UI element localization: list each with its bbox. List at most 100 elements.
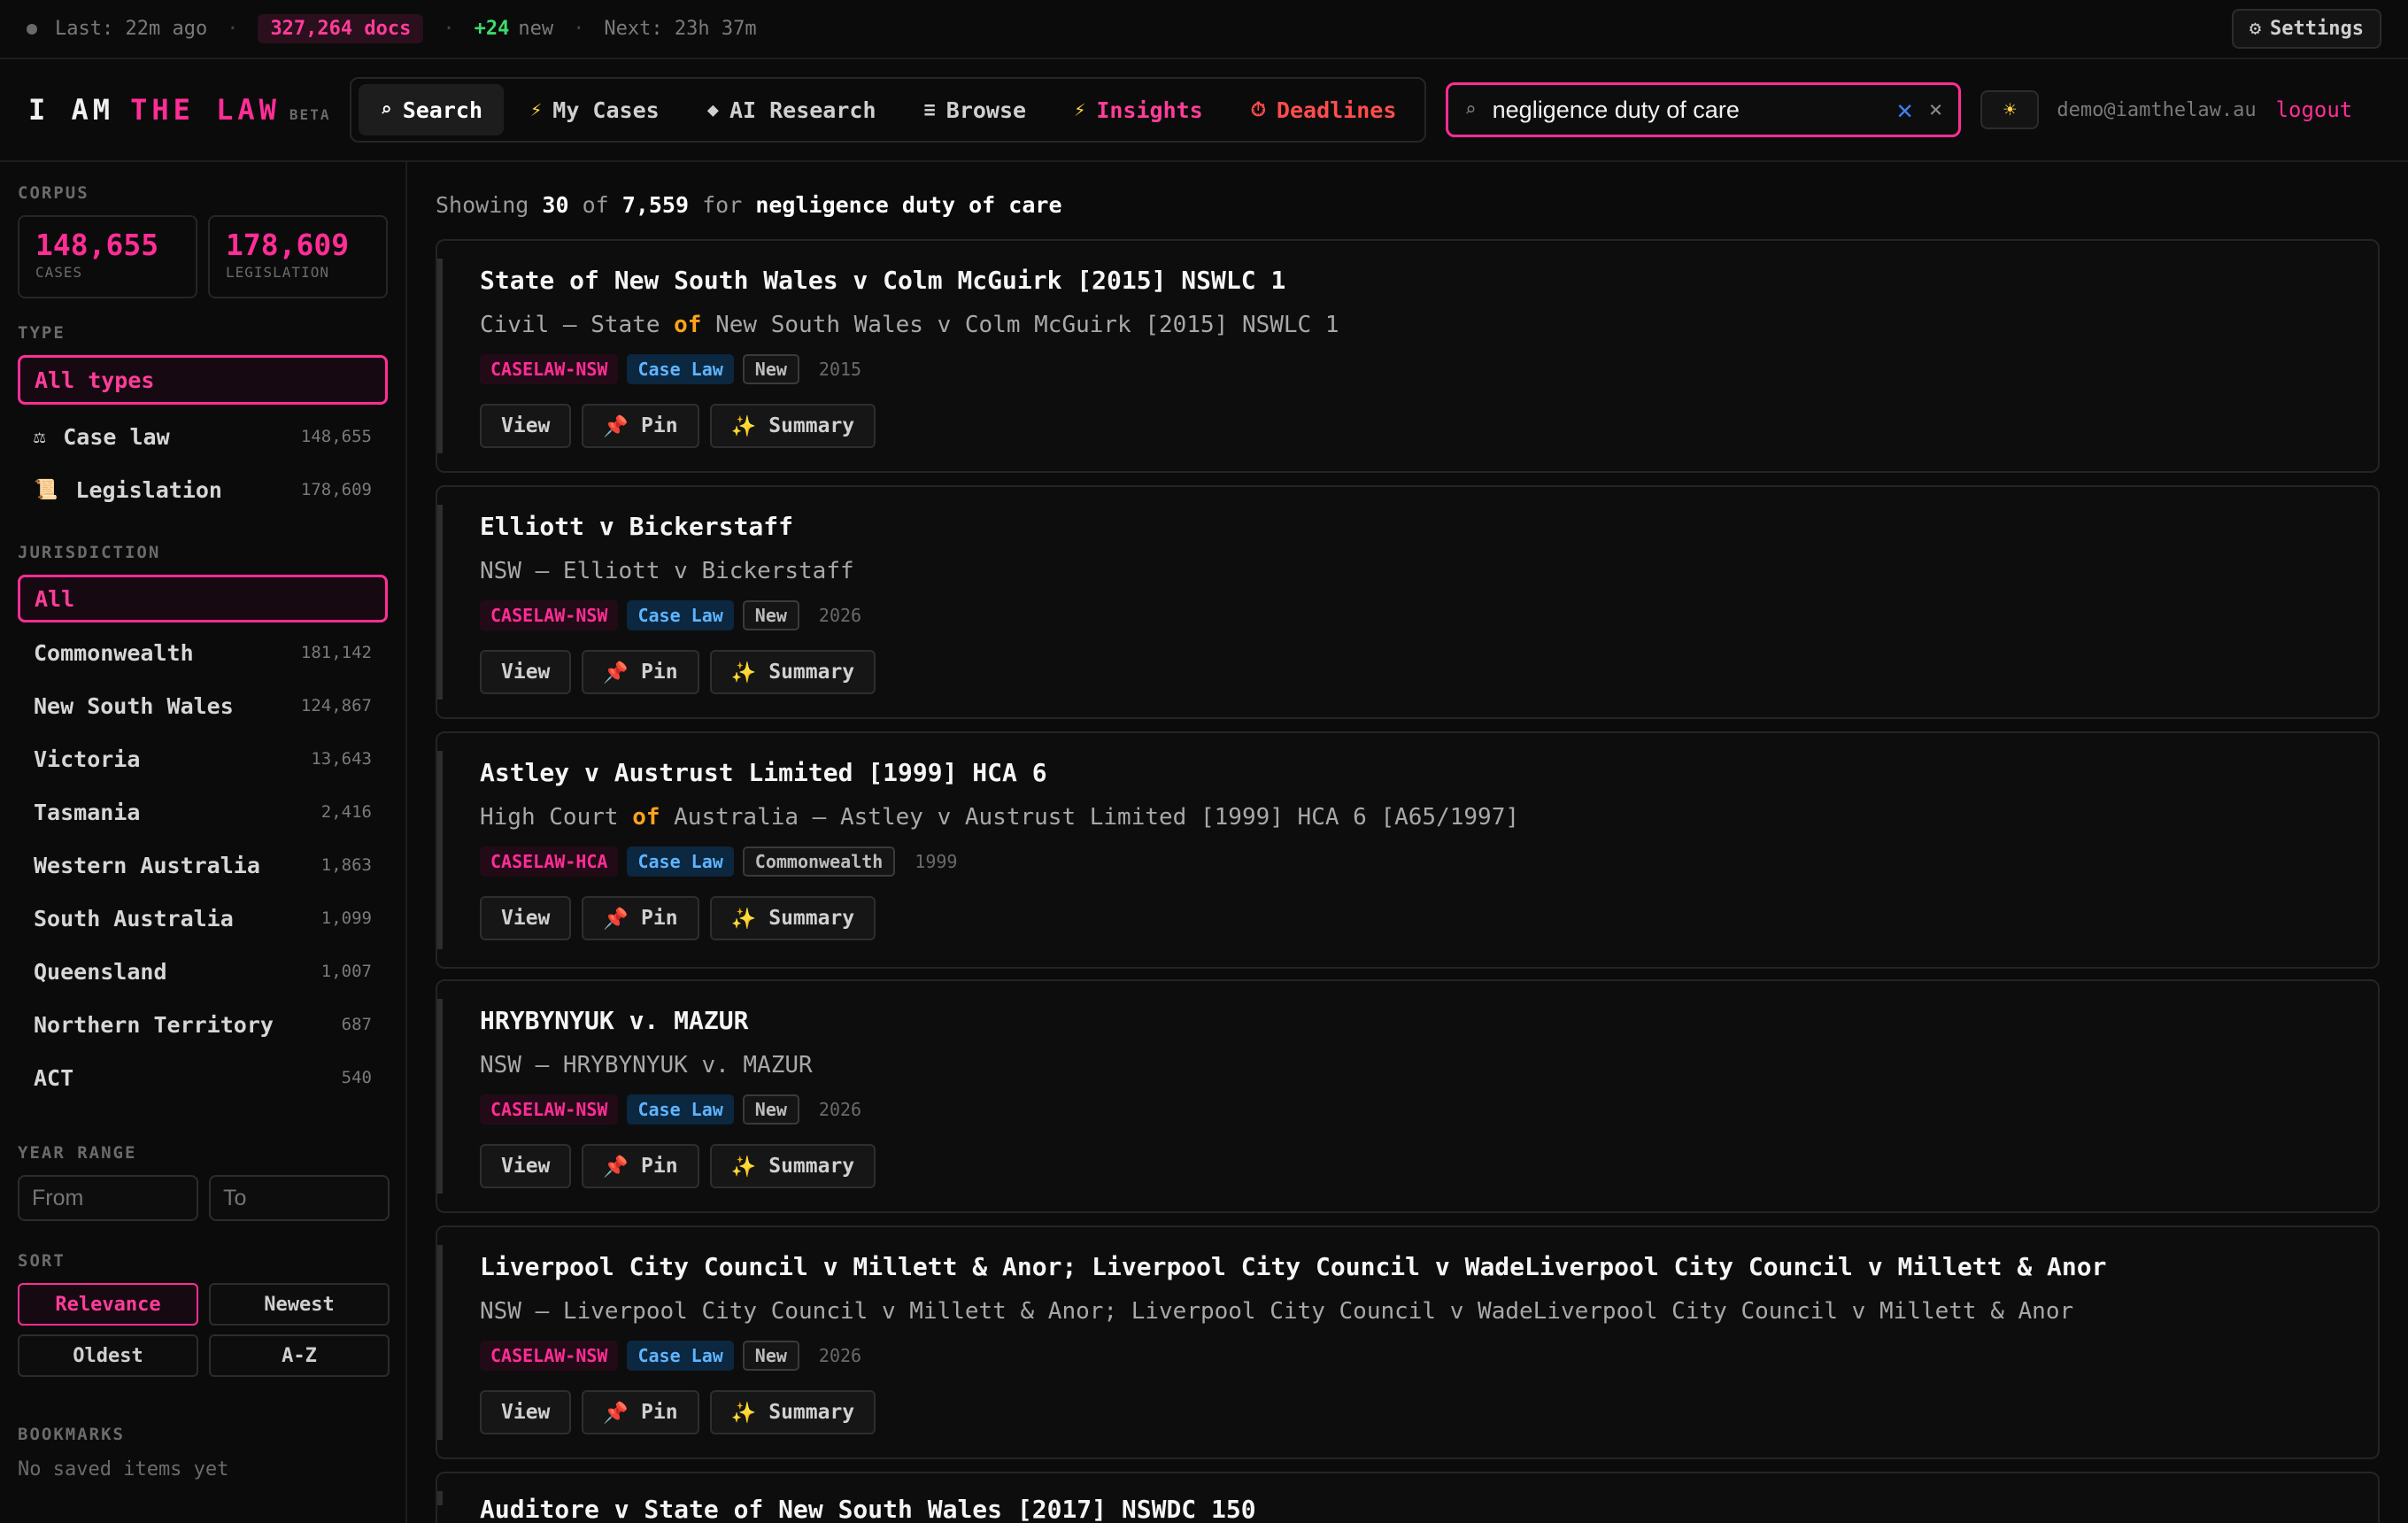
summary-query: negligence duty of care [755,192,1062,218]
jurisdiction-victoria[interactable]: Victoria 13,643 [18,732,388,785]
result-card[interactable]: Auditore v State of New South Wales [201… [436,1472,2380,1523]
scroll-icon: 📜 [34,478,58,501]
pin-button[interactable]: 📌 Pin [582,896,699,940]
filter-count: 1,007 [320,962,372,981]
clear-search-icon[interactable]: ✕ [1897,95,1913,126]
summary-button[interactable]: ✨ Summary [709,1144,876,1188]
pin-button[interactable]: 📌 Pin [582,650,699,694]
sort-az-button[interactable]: A-Z [209,1334,390,1377]
status-badge: New [742,1341,799,1371]
logo[interactable]: I AM THE LAW BETA [28,93,330,127]
button-label: Pin [641,414,678,437]
year-to-input[interactable] [209,1175,390,1221]
new-label: new [518,18,554,40]
nav-browse[interactable]: ≡ Browse [903,84,1048,135]
result-tags: CASELAW-NSW Case Law New 2015 [480,354,861,384]
button-label: Summary [768,661,855,684]
sort-relevance-button[interactable]: Relevance [18,1283,198,1326]
nav-search[interactable]: ⌕ Search [359,84,505,135]
pin-button[interactable]: 📌 Pin [582,404,699,448]
settings-button[interactable]: ⚙ Settings [2231,9,2381,49]
nav-label: Deadlines [1276,97,1397,123]
scales-icon: ⚖ [34,425,46,448]
view-button[interactable]: View [480,404,572,448]
jurisdiction-act[interactable]: ACT 540 [18,1051,388,1104]
view-button[interactable]: View [480,1390,572,1434]
status-bar: Last: 22m ago · 327,264 docs · +24 new ·… [0,0,2408,59]
filter-count: 687 [341,1015,372,1034]
filter-label: South Australia [34,905,234,932]
subtitle-highlight: of [674,312,702,338]
corpus-cases-card: 148,655 CASES [18,215,197,298]
result-title[interactable]: HRYBYNYUK v. MAZUR [480,1006,748,1035]
type-filter-legislation[interactable]: 📜 Legislation 178,609 [18,463,388,516]
logo-main: I AM [28,93,115,127]
pin-icon: 📌 [603,1155,629,1179]
status-badge: New [742,600,799,630]
filter-count: 2,416 [320,802,372,822]
logout-link[interactable]: logout [2276,97,2353,122]
view-button[interactable]: View [480,1144,572,1188]
type-filter-all[interactable]: All types [18,355,388,405]
result-title[interactable]: State of New South Wales v Colm McGuirk … [480,266,1285,295]
result-title[interactable]: Liverpool City Council v Millett & Anor;… [480,1252,2106,1281]
pin-icon: 📌 [603,907,629,931]
result-actions: View 📌 Pin ✨ Summary [480,650,876,694]
result-title[interactable]: Auditore v State of New South Wales [201… [480,1495,1256,1523]
jurisdiction-wa[interactable]: Western Australia 1,863 [18,839,388,892]
summary-button[interactable]: ✨ Summary [709,1390,876,1434]
filter-label: ACT [34,1064,74,1091]
year-from-input[interactable] [18,1175,198,1221]
summary-button[interactable]: ✨ Summary [709,650,876,694]
jurisdiction-nsw[interactable]: New South Wales 124,867 [18,679,388,732]
filter-count: 124,867 [300,696,372,715]
result-card[interactable]: HRYBYNYUK v. MAZUR NSW — HRYBYNYUK v. MA… [436,979,2380,1213]
pin-button[interactable]: 📌 Pin [582,1390,699,1434]
sort-options: Relevance Newest Oldest A-Z [18,1283,390,1377]
jurisdiction-commonwealth[interactable]: Commonwealth 181,142 [18,626,388,679]
jurisdiction-badge: Commonwealth [742,847,896,877]
search-input[interactable] [1492,96,1881,124]
pin-button[interactable]: 📌 Pin [582,1144,699,1188]
result-card[interactable]: Liverpool City Council v Millett & Anor;… [436,1225,2380,1459]
result-card[interactable]: Elliott v Bickerstaff NSW — Elliott v Bi… [436,485,2380,719]
jurisdiction-tasmania[interactable]: Tasmania 2,416 [18,785,388,839]
logo-accent: THE LAW [130,93,281,127]
nav-ai-research[interactable]: ◆ AI Research [686,84,898,135]
nav-my-cases[interactable]: ⚡ My Cases [509,84,681,135]
jurisdiction-list: Commonwealth 181,142 New South Wales 124… [18,626,388,1104]
bookmarks-empty-text: No saved items yet [18,1458,229,1480]
summary-button[interactable]: ✨ Summary [709,404,876,448]
result-card[interactable]: State of New South Wales v Colm McGuirk … [436,239,2380,473]
result-title[interactable]: Elliott v Bickerstaff [480,512,793,541]
theme-toggle-button[interactable]: ☀ [1980,90,2040,129]
user-email: demo@iamthelaw.au [2057,98,2257,121]
jurisdiction-nt[interactable]: Northern Territory 687 [18,998,388,1051]
view-button[interactable]: View [480,896,572,940]
sort-oldest-button[interactable]: Oldest [18,1334,198,1377]
sort-newest-button[interactable]: Newest [209,1283,390,1326]
nav-insights[interactable]: ⚡ Insights [1053,84,1224,135]
jurisdiction-filter-all[interactable]: All [18,575,388,622]
result-title[interactable]: Astley v Austrust Limited [1999] HCA 6 [480,758,1047,787]
last-sync: Last: 22m ago [55,18,208,40]
view-button[interactable]: View [480,650,572,694]
sparkle-icon: ✨ [730,1401,757,1425]
close-icon[interactable]: × [1929,97,1943,123]
jurisdiction-sa[interactable]: South Australia 1,099 [18,892,388,945]
type-filter-case-law[interactable]: ⚖ Case law 148,655 [18,410,388,463]
result-subtitle: NSW — Liverpool City Council v Millett &… [480,1298,2073,1325]
summary-button[interactable]: ✨ Summary [709,896,876,940]
result-card[interactable]: Astley v Austrust Limited [1999] HCA 6 H… [436,731,2380,969]
jurisdiction-queensland[interactable]: Queensland 1,007 [18,945,388,998]
result-year: 2026 [818,1345,862,1366]
button-label: Summary [768,1155,855,1178]
filter-label: Western Australia [34,852,260,878]
filter-count: 181,142 [300,643,372,662]
nav-deadlines[interactable]: ⏱ Deadlines [1230,84,1418,135]
stat-value: 148,655 [35,228,159,262]
status-dot-icon [27,23,37,35]
button-label: Summary [768,907,855,930]
subtitle-text: Australia — Astley v Austrust Limited [1… [660,804,1520,831]
settings-label: Settings [2270,18,2364,40]
